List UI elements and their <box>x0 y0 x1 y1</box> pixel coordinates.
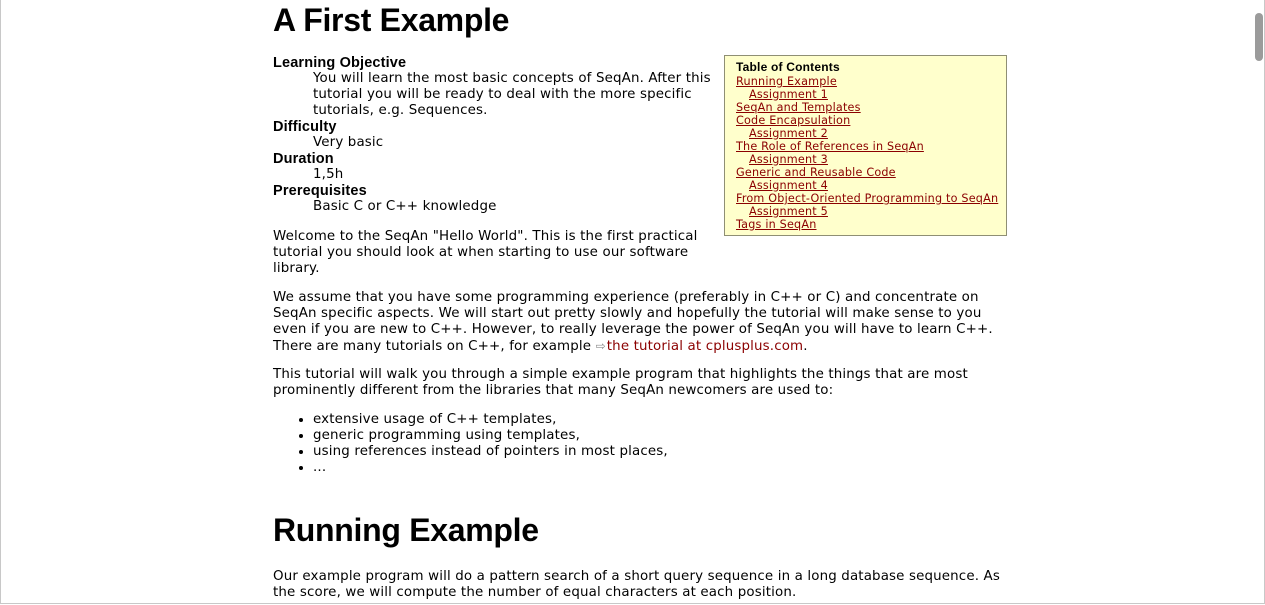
difficulty-label: Difficulty <box>273 119 337 135</box>
assumption-paragraph: We assume that you have some programming… <box>273 290 1008 355</box>
toc-link[interactable]: Assignment 3 <box>736 153 995 166</box>
toc-title: Table of Contents <box>736 60 840 74</box>
intro-paragraph: Welcome to the SeqAn "Hello World". This… <box>273 229 698 276</box>
toc-link[interactable]: The Role of References in SeqAn <box>736 140 995 153</box>
assumption-end: . <box>803 339 808 354</box>
list-item: extensive usage of C++ templates, <box>313 412 668 428</box>
page-title: A First Example <box>273 2 510 38</box>
toc-link[interactable]: From Object-Oriented Programming to SeqA… <box>736 192 998 205</box>
vertical-scrollbar-thumb[interactable] <box>1255 13 1263 61</box>
cplusplus-tutorial-link[interactable]: ⇨the tutorial at cplusplus.com <box>596 339 804 354</box>
section-title-running-example: Running Example <box>273 512 539 548</box>
toc-link[interactable]: Assignment 2 <box>736 127 995 140</box>
toc-link[interactable]: Assignment 4 <box>736 179 995 192</box>
toc-link[interactable]: Tags in SeqAn <box>736 218 995 231</box>
duration-label: Duration <box>273 151 334 167</box>
list-item: using references instead of pointers in … <box>313 444 668 460</box>
toc-link[interactable]: Generic and Reusable Code <box>736 166 995 179</box>
toc-link[interactable]: SeqAn and Templates <box>736 101 995 114</box>
toc-link[interactable]: Assignment 5 <box>736 205 995 218</box>
toc-link[interactable]: Assignment 1 <box>736 88 995 101</box>
learning-objective-label: Learning Objective <box>273 55 407 71</box>
learning-objective-text: You will learn the most basic concepts o… <box>313 71 711 118</box>
toc-list: Running Example Assignment 1 SeqAn and Tem… <box>736 75 998 231</box>
prerequisites-text: Basic C or C++ knowledge <box>313 199 497 214</box>
tutorial-meta: Learning Objective You will learn the mo… <box>273 55 713 215</box>
walkthrough-paragraph: This tutorial will walk you through a si… <box>273 367 968 398</box>
features-list: extensive usage of C++ templates,generic… <box>273 412 668 476</box>
difficulty-text: Very basic <box>313 135 384 150</box>
cplusplus-tutorial-link-label: the tutorial at cplusplus.com <box>606 339 804 354</box>
prerequisites-label: Prerequisites <box>273 183 367 199</box>
duration-text: 1,5h <box>313 167 344 182</box>
toc-link[interactable]: Code Encapsulation <box>736 114 995 127</box>
list-item: ... <box>313 460 668 476</box>
running-example-paragraph: Our example program will do a pattern se… <box>273 569 1000 600</box>
list-item: generic programming using templates, <box>313 428 668 444</box>
external-link-icon: ⇨ <box>595 339 606 353</box>
table-of-contents: Table of Contents Running Example Assignm… <box>724 55 1007 236</box>
toc-link[interactable]: Running Example <box>736 75 995 88</box>
